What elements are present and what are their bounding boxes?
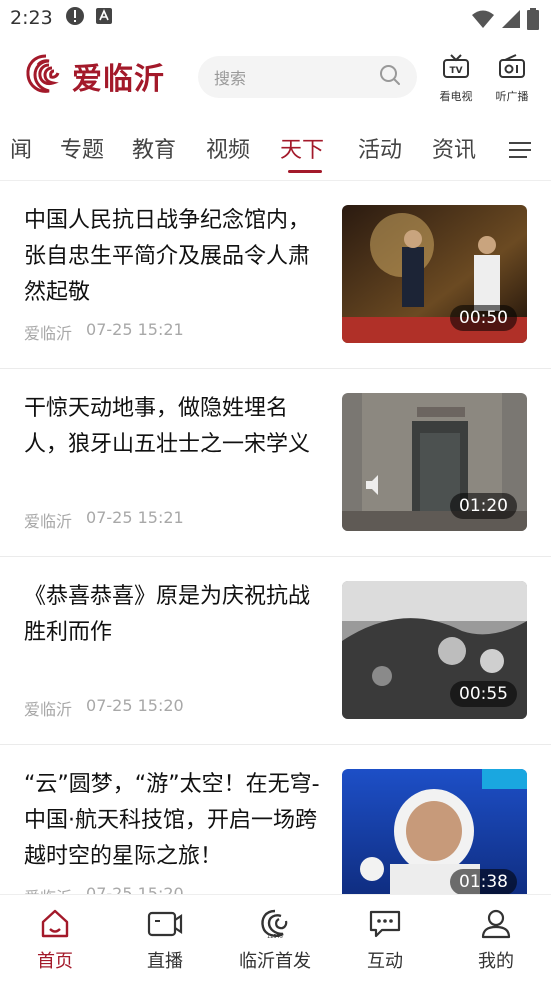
tv-icon: TV: [442, 54, 470, 84]
nav-live[interactable]: 直播: [115, 909, 215, 973]
news-time: 07-25 15:20: [86, 884, 184, 894]
app-logo: 爱临沂: [24, 52, 165, 100]
watch-tv-label: 看电视: [439, 90, 473, 103]
news-source: 爱临沂: [24, 884, 72, 894]
news-meta: 爱临沂 07-25 15:20: [24, 696, 184, 720]
news-item[interactable]: 《恭喜恭喜》原是为庆祝抗战胜利而作 爱临沂 07-25 15:20 00:55: [0, 557, 551, 745]
news-time: 07-25 15:20: [86, 696, 184, 715]
channel-tabs: 闻 专题 教育 视频 天下 活动 资讯: [0, 124, 551, 176]
linyi-first-icon: 12345: [257, 909, 293, 943]
news-source: 爱临沂: [24, 512, 73, 531]
video-duration: 00:55: [450, 681, 517, 707]
tab-activities[interactable]: 活动: [358, 132, 402, 164]
svg-text:TV: TV: [449, 66, 462, 76]
signal-icon: [501, 9, 521, 33]
status-bar: 2:23: [0, 0, 551, 36]
video-duration: 01:20: [450, 493, 517, 519]
nav-mine-label: 我的: [478, 951, 514, 972]
news-title: 干惊天动地事，做隐姓埋名人，狼牙山五壮士之一宋学义: [24, 396, 311, 457]
news-time: 07-25 15:21: [86, 320, 184, 339]
bottom-nav: 首页 直播 12345 临沂首发 互动 我的: [0, 894, 551, 981]
news-time: 07-25 15:21: [86, 508, 184, 527]
video-thumbnail[interactable]: 01:38: [342, 769, 527, 894]
logo-text: 爱临沂: [72, 62, 165, 97]
nav-mine[interactable]: 我的: [446, 909, 546, 973]
keyboard-notification-icon: [95, 7, 113, 29]
news-title: 《恭喜恭喜》原是为庆祝抗战胜利而作: [24, 584, 311, 645]
video-duration: 01:38: [450, 869, 517, 894]
nav-home[interactable]: 首页: [5, 909, 105, 973]
live-camera-icon: [147, 909, 183, 943]
listen-radio-label: 听广播: [495, 90, 529, 103]
logo-swirl-icon: [24, 52, 68, 100]
news-meta: 爱临沂 07-25 15:21: [24, 508, 184, 532]
nav-interact-label: 互动: [367, 951, 403, 972]
news-item[interactable]: “云”圆梦，“游”太空！在无穹-中国·航天科技馆，开启一场跨越时空的星际之旅！ …: [0, 745, 551, 894]
radio-icon: [498, 54, 526, 84]
tab-menu-icon[interactable]: [509, 140, 531, 164]
tab-world[interactable]: 天下: [280, 132, 324, 164]
alert-icon: [65, 6, 85, 30]
news-title: 中国人民抗日战争纪念馆内，张自忠生平简介及展品令人肃然起敬: [24, 208, 311, 305]
video-thumbnail[interactable]: 00:50: [342, 205, 527, 343]
tab-video[interactable]: 视频: [206, 132, 250, 164]
video-thumbnail[interactable]: 00:55: [342, 581, 527, 719]
nav-linyi-first[interactable]: 12345 临沂首发: [225, 909, 325, 973]
profile-icon: [480, 909, 512, 943]
status-time: 2:23: [10, 7, 53, 29]
home-icon: [39, 909, 71, 943]
news-item[interactable]: 中国人民抗日战争纪念馆内，张自忠生平简介及展品令人肃然起敬 爱临沂 07-25 …: [0, 181, 551, 369]
news-meta: 爱临沂 07-25 15:21: [24, 320, 184, 344]
search-icon: [379, 64, 401, 90]
search-placeholder: 搜索: [214, 69, 247, 88]
app-header: 爱临沂 搜索 TV 看电视 听广播: [0, 44, 551, 108]
battery-icon: [527, 8, 539, 34]
video-thumbnail[interactable]: 01:20: [342, 393, 527, 531]
tab-info[interactable]: 资讯: [432, 132, 476, 164]
svg-text:12345: 12345: [267, 934, 283, 939]
nav-interact[interactable]: 互动: [335, 909, 435, 973]
tab-topics[interactable]: 专题: [60, 132, 104, 164]
tab-news[interactable]: 闻: [10, 132, 32, 164]
search-input[interactable]: 搜索: [198, 56, 417, 98]
active-tab-indicator: [288, 170, 322, 173]
watch-tv-button[interactable]: TV 看电视: [432, 54, 480, 104]
chat-icon: [368, 909, 402, 943]
nav-home-label: 首页: [37, 951, 73, 972]
news-list: 中国人民抗日战争纪念馆内，张自忠生平简介及展品令人肃然起敬 爱临沂 07-25 …: [0, 181, 551, 894]
news-meta: 爱临沂 07-25 15:20: [24, 884, 184, 894]
news-title: “云”圆梦，“游”太空！在无穹-中国·航天科技馆，开启一场跨越时空的星际之旅！: [24, 772, 320, 869]
listen-radio-button[interactable]: 听广播: [488, 54, 536, 104]
video-duration: 00:50: [450, 305, 517, 331]
nav-linyi-first-label: 临沂首发: [239, 951, 311, 972]
news-source: 爱临沂: [24, 700, 73, 719]
wifi-icon: [471, 9, 495, 33]
nav-live-label: 直播: [147, 951, 183, 972]
news-source: 爱临沂: [24, 324, 73, 343]
tab-education[interactable]: 教育: [132, 132, 176, 164]
news-item[interactable]: 干惊天动地事，做隐姓埋名人，狼牙山五壮士之一宋学义 爱临沂 07-25 15:2…: [0, 369, 551, 557]
